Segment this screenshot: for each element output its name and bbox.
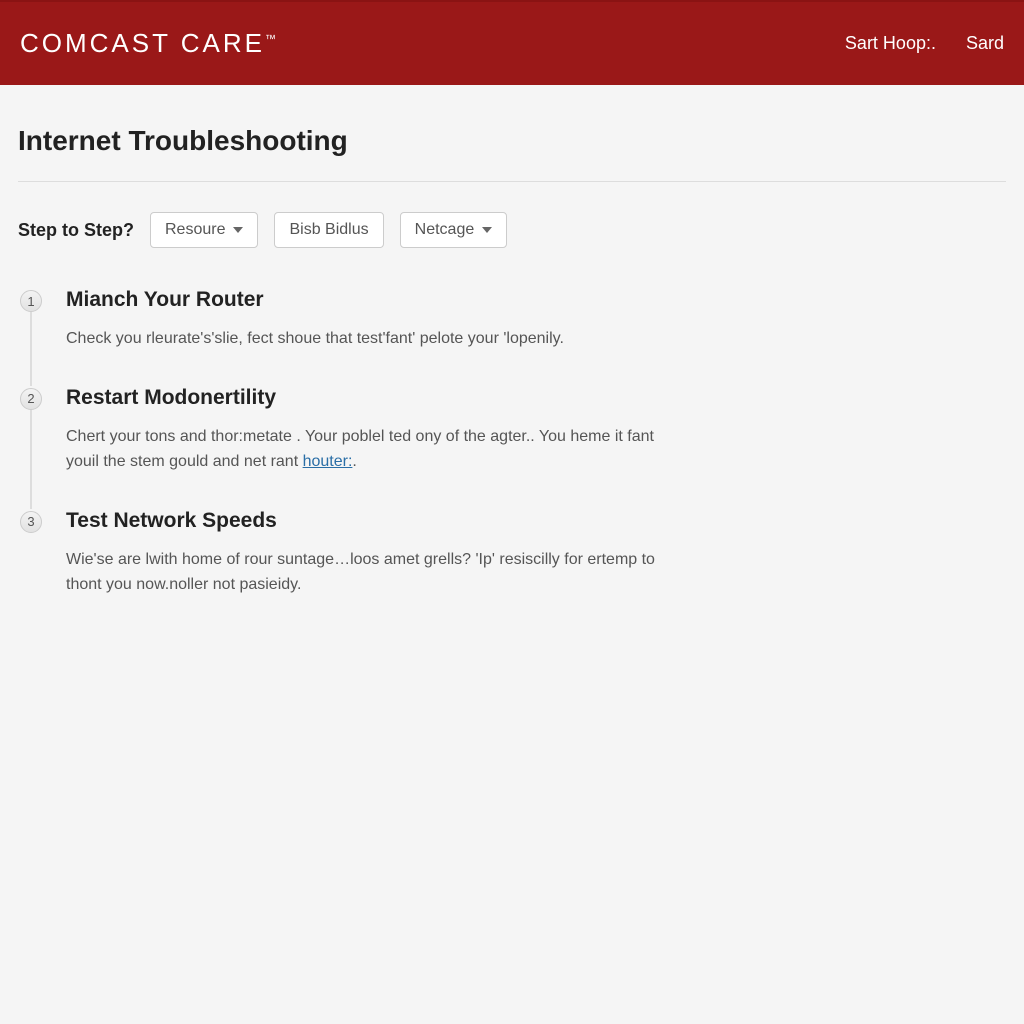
logo-tm: ™ [265,33,279,45]
dropdown-netcage[interactable]: Netcage [400,212,508,248]
step-item: 2 Restart Modonertility Chert your tons … [20,386,1006,475]
step-link-houter[interactable]: houter: [303,453,353,470]
nav-links: Sart Hoop:. Sard [845,33,1004,54]
step-desc-suffix: . [352,453,356,470]
step-number-badge: 2 [20,388,42,410]
header: COMCAST CARE™ Sart Hoop:. Sard [0,0,1024,85]
content: Internet Troubleshooting Step to Step? R… [0,85,1024,598]
step-title: Test Network Speeds [66,509,686,533]
step-desc: Wie'se are lwith home of rour suntage…lo… [66,547,686,598]
step-content: Test Network Speeds Wie'se are lwith hom… [66,509,686,598]
dropdown-bisb-label: Bisb Bidlus [289,221,368,239]
nav-link-2[interactable]: Sard [966,33,1004,54]
step-title: Restart Modonertility [66,386,686,410]
dropdown-netcage-label: Netcage [415,221,475,239]
filter-label: Step to Step? [18,220,134,241]
chevron-down-icon [233,227,243,233]
step-content: Mianch Your Router Check you rleurate's'… [66,288,686,352]
logo: COMCAST CARE™ [20,28,279,59]
step-desc: Check you rleurate's'slie, fect shoue th… [66,326,686,352]
dropdown-resource[interactable]: Resoure [150,212,258,248]
chevron-down-icon [482,227,492,233]
filter-row: Step to Step? Resoure Bisb Bidlus Netcag… [18,212,1006,248]
steps-list: 1 Mianch Your Router Check you rleurate'… [18,288,1006,598]
step-number-badge: 3 [20,511,42,533]
step-desc: Chert your tons and thor:metate . Your p… [66,424,686,475]
logo-text: COMCAST CARE [20,28,265,58]
page-title: Internet Troubleshooting [18,125,1006,157]
step-item: 1 Mianch Your Router Check you rleurate'… [20,288,1006,352]
step-title: Mianch Your Router [66,288,686,312]
step-number-badge: 1 [20,290,42,312]
nav-link-1[interactable]: Sart Hoop:. [845,33,936,54]
step-connector [30,410,32,509]
dropdown-resource-label: Resoure [165,221,225,239]
step-content: Restart Modonertility Chert your tons an… [66,386,686,475]
step-connector [30,312,32,386]
step-item: 3 Test Network Speeds Wie'se are lwith h… [20,509,1006,598]
step-desc-prefix: Chert your tons and thor:metate . Your p… [66,428,654,471]
divider [18,181,1006,182]
dropdown-bisb[interactable]: Bisb Bidlus [274,212,383,248]
